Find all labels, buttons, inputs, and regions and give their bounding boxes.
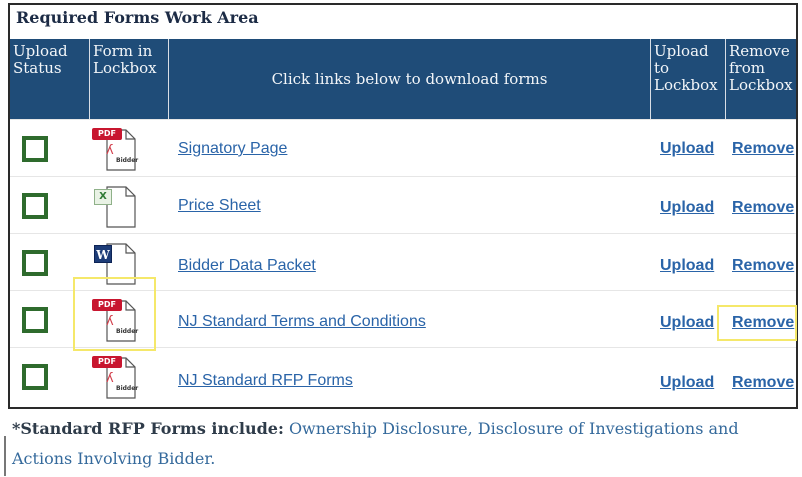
column-header-download-forms: Click links below to download forms: [169, 39, 651, 119]
remove-link[interactable]: Remove: [732, 257, 794, 275]
upload-link[interactable]: Upload: [660, 257, 714, 275]
column-header-upload-to-lockbox: Upload to Lockbox: [651, 39, 726, 119]
remove-link[interactable]: Remove: [732, 199, 794, 217]
upload-link[interactable]: Upload: [660, 199, 714, 217]
panel-title: Required Forms Work Area: [16, 8, 259, 27]
upload-status-box: [22, 193, 48, 219]
footer-lead: *Standard RFP Forms include:: [12, 419, 284, 438]
column-header-upload-status: Upload Status: [10, 39, 90, 119]
table-row: X Price Sheet Upload Remove: [10, 176, 796, 234]
form-link-signatory-page[interactable]: Signatory Page: [178, 140, 287, 158]
column-header-remove-from-lockbox: Remove from Lockbox: [726, 39, 796, 119]
pdf-file-icon: PDF ʎ Bidder: [92, 354, 144, 400]
remove-link[interactable]: Remove: [732, 374, 794, 392]
margin-mark: [4, 436, 6, 476]
upload-link[interactable]: Upload: [660, 314, 714, 332]
form-link-nj-standard-rfp-forms[interactable]: NJ Standard RFP Forms: [178, 372, 353, 390]
upload-status-box: [22, 364, 48, 390]
table-row: PDF ʎ Bidder NJ Standard RFP Forms Uploa…: [10, 347, 796, 405]
highlight-box-icon: [73, 277, 156, 351]
form-link-bidder-data-packet[interactable]: Bidder Data Packet: [178, 257, 316, 275]
excel-file-icon: X: [92, 183, 144, 229]
upload-link[interactable]: Upload: [660, 374, 714, 392]
upload-status-box: [22, 307, 48, 333]
upload-link[interactable]: Upload: [660, 140, 714, 158]
remove-link[interactable]: Remove: [732, 140, 794, 158]
table-row: PDF ʎ Bidder Signatory Page Upload Remov…: [10, 119, 796, 177]
column-header-form-in-lockbox: Form in Lockbox: [90, 39, 169, 119]
form-link-price-sheet[interactable]: Price Sheet: [178, 197, 261, 215]
pdf-file-icon: PDF ʎ Bidder: [92, 126, 144, 172]
form-link-nj-standard-terms-and-conditions[interactable]: NJ Standard Terms and Conditions: [178, 313, 426, 331]
highlight-box-remove: [717, 305, 797, 341]
upload-status-box: [22, 250, 48, 276]
footer-note: *Standard RFP Forms include: Ownership D…: [4, 414, 796, 476]
upload-status-box: [22, 136, 48, 162]
